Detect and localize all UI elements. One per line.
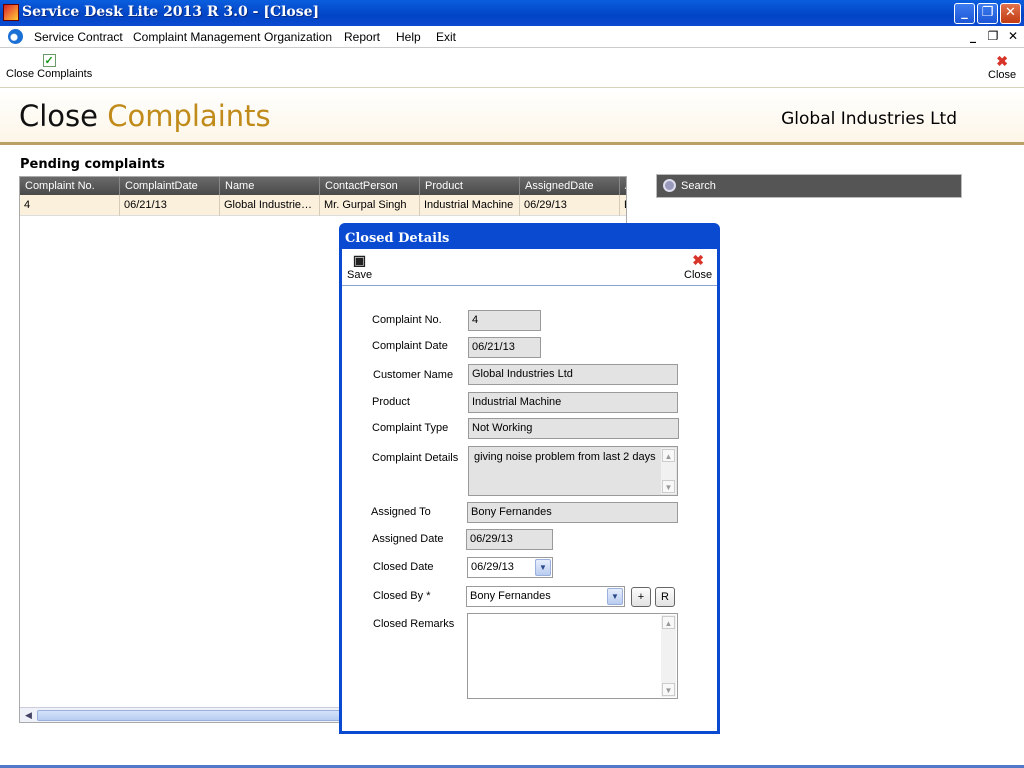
minimize-button[interactable]: _ [954,3,975,24]
complaint-type-label: Complaint Type [372,422,449,434]
scroll-up-icon[interactable]: ▲ [662,616,675,629]
closed-by-select[interactable]: Bony Fernandes ▼ [466,586,625,607]
closed-remarks-label: Closed Remarks [373,618,455,630]
complaint-no-field: 4 [468,310,541,331]
dialog-title: Closed Details [345,231,450,246]
complaint-no-label: Complaint No. [372,314,442,326]
cell-complaint-date: 06/21/13 [120,195,220,216]
save-label: Save [347,269,373,281]
chevron-down-icon[interactable]: ▼ [607,588,623,605]
mdi-close-button[interactable]: ✕ [1006,29,1020,43]
search-placeholder: Search [681,180,716,192]
closed-date-picker[interactable]: 06/29/13 ▼ [467,557,553,578]
scroll-down-icon[interactable]: ▼ [662,480,675,493]
window-title-bar: Service Desk Lite 2013 R 3.0 - [Close] _… [0,0,1024,26]
menu-report[interactable]: Report [344,30,380,44]
closed-remarks-textarea[interactable]: ▲ ▼ [467,613,678,699]
column-header-assigned-date[interactable]: AssignedDate [520,177,620,195]
grid-header-row: Complaint No. ComplaintDate Name Contact… [20,177,626,195]
complaint-type-field: Not Working [468,418,679,439]
mdi-restore-button[interactable]: ❐ [986,29,1000,43]
floppy-disk-icon: ▣ [352,252,367,268]
cell-assigned-date: 06/29/13 [520,195,620,216]
complaint-details-scrollbar[interactable]: ▲ ▼ [661,448,676,494]
assigned-date-field: 06/29/13 [466,529,553,550]
company-name: Global Industries Ltd [781,109,957,129]
close-complaints-label: Close Complaints [6,68,93,80]
cell-contact-person: Mr. Gurpal Singh [320,195,420,216]
toolbar-close-label: Close [988,69,1017,81]
toolbar-close-button[interactable]: ✖ Close [988,54,1016,81]
page-title-part2: Complaints [107,99,271,133]
app-logo-icon [3,4,19,21]
assigned-date-label: Assigned Date [372,533,444,545]
closed-remarks-scrollbar[interactable]: ▲ ▼ [661,615,676,697]
window-close-button[interactable]: ✕ [1000,3,1021,24]
chevron-down-icon[interactable]: ▼ [535,559,551,576]
product-label: Product [372,396,410,408]
cell-complaint-no: 4 [20,195,120,216]
cell-extra: E [620,195,626,216]
window-title: Service Desk Lite 2013 R 3.0 - [Close] [22,4,320,20]
mdi-child-icon[interactable] [8,29,23,44]
column-header-product[interactable]: Product [420,177,520,195]
page-title: Close Complaints [19,99,271,133]
dialog-body: ▣ Save ✖ Close Complaint No. 4 Complaint… [342,249,717,731]
menu-complaint-management[interactable]: Complaint Management [133,30,260,44]
complaint-details-field: giving noise problem from last 2 days ▲ … [468,446,678,496]
menu-organization[interactable]: Organization [264,30,332,44]
table-row[interactable]: 4 06/21/13 Global Industrie… Mr. Gurpal … [20,195,626,216]
column-header-extra[interactable]: A [620,177,626,195]
dialog-toolbar: ▣ Save ✖ Close [342,249,717,286]
column-header-complaint-no[interactable]: Complaint No. [20,177,120,195]
closed-by-label: Closed By * [373,590,431,602]
search-icon [663,179,676,192]
complaint-details-label: Complaint Details [372,452,459,464]
checkmark-icon: ✓ [42,54,56,67]
column-header-contact-person[interactable]: ContactPerson [320,177,420,195]
complaint-details-text: giving noise problem from last 2 days [474,451,656,463]
cell-name: Global Industrie… [220,195,320,216]
pending-complaints-title: Pending complaints [20,157,165,172]
customer-name-field: Global Industries Ltd [468,364,678,385]
menu-help[interactable]: Help [396,30,421,44]
menu-exit[interactable]: Exit [436,30,456,44]
scroll-left-icon[interactable]: ◀ [21,709,36,722]
dialog-close-label: Close [684,269,713,281]
close-x-icon: ✖ [692,252,704,268]
assigned-to-label: Assigned To [371,506,431,518]
customer-name-label: Customer Name [373,369,454,381]
cell-product: Industrial Machine [420,195,520,216]
scroll-down-icon[interactable]: ▼ [662,683,675,696]
closed-by-value: Bony Fernandes [470,590,551,602]
menu-service-contract[interactable]: Service Contract [34,30,123,44]
closed-details-dialog: Closed Details ▣ Save ✖ Close Complaint … [339,223,720,734]
column-header-complaint-date[interactable]: ComplaintDate [120,177,220,195]
scroll-up-icon[interactable]: ▲ [662,449,675,462]
column-header-name[interactable]: Name [220,177,320,195]
mdi-minimize-button[interactable]: _ [966,29,980,43]
refresh-closed-by-button[interactable]: R [655,587,675,607]
search-box[interactable]: Search [656,174,962,198]
menu-bar: Service Contract Complaint Management Or… [0,26,1024,48]
dialog-close-button[interactable]: ✖ Close [684,252,713,282]
closed-date-value: 06/29/13 [471,561,514,573]
page-header: Close Complaints Global Industries Ltd [0,89,1024,145]
main-toolbar: ✓ Close Complaints ✖ Close [0,50,1024,88]
restore-button[interactable]: ❐ [977,3,998,24]
complaint-date-field: 06/21/13 [468,337,541,358]
page-title-part1: Close [19,99,98,133]
closed-date-label: Closed Date [373,561,434,573]
complaint-date-label: Complaint Date [372,340,448,352]
product-field: Industrial Machine [468,392,678,413]
add-closed-by-button[interactable]: + [631,587,651,607]
close-complaints-button[interactable]: ✓ Close Complaints [6,54,92,80]
close-x-icon: ✖ [996,53,1008,69]
assigned-to-field: Bony Fernandes [467,502,678,523]
save-button[interactable]: ▣ Save [347,252,373,282]
